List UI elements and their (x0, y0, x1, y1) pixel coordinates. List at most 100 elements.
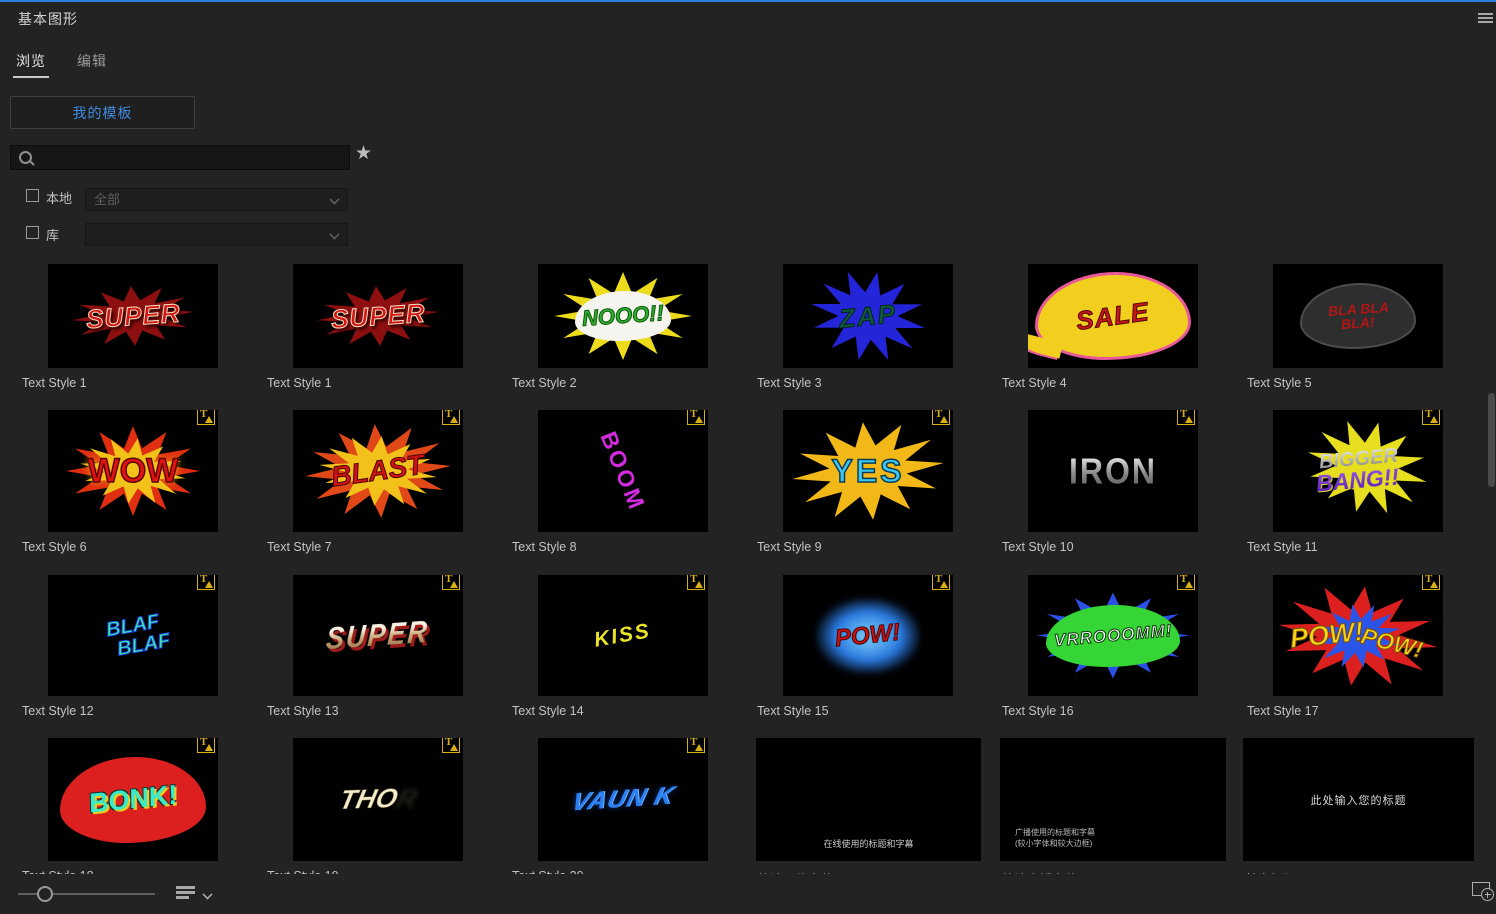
panel-title: 基本图形 (18, 9, 78, 29)
search-icon (19, 151, 32, 164)
chevron-down-icon[interactable] (202, 889, 212, 899)
template-item[interactable]: T BLAST Text Style 7 (267, 410, 512, 554)
template-item[interactable]: 此处输入您的标题 基本标题 (1243, 738, 1488, 888)
library-label: 库 (46, 225, 59, 244)
font-warning-badge: T (1422, 410, 1440, 425)
art-text: SUPER (325, 614, 430, 657)
template-item[interactable]: T KISS Text Style 14 (512, 575, 757, 718)
font-warning-badge: T (197, 410, 215, 425)
template-thumbnail[interactable]: T VAUN K (538, 738, 708, 861)
template-thumbnail[interactable]: T BOOM (538, 410, 708, 532)
template-item[interactable]: T SUPER Text Style 13 (267, 575, 512, 718)
template-item[interactable]: T BOOM Text Style 8 (512, 410, 757, 554)
my-templates-button[interactable]: 我的模板 (10, 96, 195, 129)
library-checkbox[interactable] (26, 226, 39, 239)
template-item[interactable]: T BLAF BLAF Text Style 12 (22, 575, 267, 718)
thumbnail-caption: 此处输入您的标题 (1243, 792, 1474, 808)
art-text: POW! (1289, 616, 1365, 655)
font-warning-badge: T (1422, 575, 1440, 590)
template-thumbnail[interactable]: SUPER (293, 264, 463, 368)
template-thumbnail[interactable]: NOOO!! (538, 264, 708, 368)
template-label: Text Style 11 (1247, 540, 1492, 554)
panel-focus-line (0, 0, 1496, 2)
template-item[interactable]: T BONK! Text Style 18 (22, 738, 267, 883)
template-label: Text Style 7 (267, 540, 512, 554)
template-thumbnail[interactable]: 此处输入您的标题 (1243, 738, 1474, 861)
font-warning-badge: T (687, 410, 705, 425)
local-checkbox[interactable] (26, 189, 39, 202)
template-thumbnail[interactable]: T WOW (48, 410, 218, 532)
template-thumbnail[interactable]: 在线使用的标题和字幕 (756, 738, 981, 861)
template-item[interactable]: SUPER Text Style 1 (22, 264, 267, 390)
font-warning-badge: T (442, 738, 460, 753)
template-thumbnail[interactable]: T BLAF BLAF (48, 575, 218, 696)
template-thumbnail[interactable]: 广播使用的标题和字幕 (较小字体和较大边框) (1000, 738, 1226, 861)
font-warning-badge: T (197, 738, 215, 753)
template-thumbnail[interactable]: T BONK! (48, 738, 218, 861)
template-thumbnail[interactable]: T IRON (1028, 410, 1198, 532)
template-thumbnail[interactable]: ZAP (783, 264, 953, 368)
template-item[interactable]: BLA BLA BLA! Text Style 5 (1247, 264, 1492, 390)
template-thumbnail[interactable]: BLA BLA BLA! (1273, 264, 1443, 368)
font-warning-badge: T (932, 575, 950, 590)
template-label: Text Style 16 (1002, 704, 1247, 718)
template-thumbnail[interactable]: SALE (1028, 264, 1198, 368)
template-item[interactable]: T YES Text Style 9 (757, 410, 1002, 554)
template-item[interactable]: 在线使用的标题和字幕 简洁网络字幕 (756, 738, 1001, 888)
local-filter-value: 全部 (94, 192, 120, 207)
template-label: Text Style 14 (512, 704, 757, 718)
template-item[interactable]: T WOW Text Style 6 (22, 410, 267, 554)
template-item[interactable]: T IRON Text Style 10 (1002, 410, 1247, 554)
search-input[interactable] (39, 147, 343, 170)
template-item[interactable]: ZAP Text Style 3 (757, 264, 1002, 390)
thumbnail-zoom-slider-thumb[interactable] (37, 886, 53, 902)
template-item[interactable]: NOOO!! Text Style 2 (512, 264, 757, 390)
template-thumbnail[interactable]: T POW! (783, 575, 953, 696)
local-filter-dropdown[interactable]: 全部 (85, 188, 348, 211)
template-item[interactable]: 广播使用的标题和字幕 (较小字体和较大边框) 简洁直播字幕 (1000, 738, 1245, 888)
template-item[interactable]: SALE Text Style 4 (1002, 264, 1247, 390)
template-thumbnail[interactable]: T VRROOOMM! (1028, 575, 1198, 696)
tab-edit[interactable]: 编辑 (77, 51, 107, 71)
art-text: BLA! (1341, 315, 1375, 331)
art-text: SUPER (330, 297, 427, 335)
template-item[interactable]: T VAUN K Text Style 20 (512, 738, 757, 883)
chevron-down-icon (329, 194, 339, 204)
thumbnail-caption: 在线使用的标题和字幕 (756, 837, 981, 850)
template-item[interactable]: T BIGGER BANG!! Text Style 11 (1247, 410, 1492, 554)
panel-menu-icon[interactable] (1478, 13, 1493, 25)
font-warning-badge: T (687, 575, 705, 590)
install-template-button[interactable] (1472, 880, 1496, 904)
favorites-star-icon[interactable]: ★ (355, 144, 372, 163)
template-label: Text Style 17 (1247, 704, 1492, 718)
template-thumbnail[interactable]: T POW! POW! (1273, 575, 1443, 696)
template-thumbnail[interactable]: T BIGGER BANG!! (1273, 410, 1443, 532)
art-text: VAUN K (568, 782, 677, 818)
template-label: Text Style 2 (512, 376, 757, 390)
template-thumbnail[interactable]: T KISS (538, 575, 708, 696)
plus-icon (1481, 888, 1494, 901)
template-thumbnail[interactable]: SUPER (48, 264, 218, 368)
template-label: Text Style 12 (22, 704, 267, 718)
tab-browse[interactable]: 浏览 (16, 51, 46, 71)
template-label: Text Style 10 (1002, 540, 1247, 554)
template-item[interactable]: T POW! POW! Text Style 17 (1247, 575, 1492, 718)
sort-menu-icon[interactable] (176, 886, 195, 901)
template-item[interactable]: T VRROOOMM! Text Style 16 (1002, 575, 1247, 718)
vertical-scrollbar-thumb[interactable] (1488, 393, 1495, 487)
template-label: Text Style 9 (757, 540, 1002, 554)
template-label: Text Style 3 (757, 376, 1002, 390)
template-item[interactable]: T THO R Text Style 19 (267, 738, 512, 883)
art-text: ZAP (838, 298, 899, 335)
template-item[interactable]: SUPER Text Style 1 (267, 264, 512, 390)
template-thumbnail[interactable]: T YES (783, 410, 953, 532)
template-item[interactable]: T POW! Text Style 15 (757, 575, 1002, 718)
template-thumbnail[interactable]: T BLAST (293, 410, 463, 532)
template-thumbnail[interactable]: T THO R (293, 738, 463, 861)
library-dropdown[interactable] (85, 223, 348, 246)
search-box[interactable] (10, 145, 350, 170)
template-label: Text Style 5 (1247, 376, 1492, 390)
template-thumbnail[interactable]: T SUPER (293, 575, 463, 696)
art-text: SUPER (85, 297, 182, 335)
chevron-down-icon (329, 229, 339, 239)
